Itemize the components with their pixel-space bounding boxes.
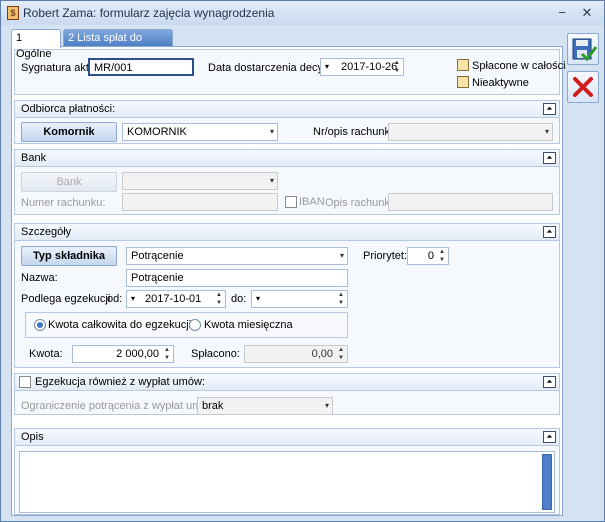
do-date-input[interactable]: ▾ ▲ ▼ — [251, 290, 348, 308]
typ-skladnika-button[interactable]: Typ składnika — [21, 246, 117, 266]
splacono-spinner-icon[interactable]: ▲ ▼ — [336, 346, 346, 362]
numer-rachunku-label: Numer rachunku: — [21, 197, 106, 209]
bank-header: Bank ⏶ — [15, 150, 559, 167]
od-label: od: — [107, 293, 123, 305]
od-date-input[interactable]: ▾ 2017-10-01 ▲ ▼ — [126, 290, 226, 308]
kwota-label: Kwota: — [29, 348, 63, 360]
podlega-label: Podlega egzekucji — [21, 293, 111, 305]
nr-rachunku-select[interactable]: ▾ — [388, 123, 553, 141]
kwota-spinner-icon[interactable]: ▲ ▼ — [162, 346, 172, 362]
chevron-down-icon: ▾ — [339, 251, 344, 260]
tab-ogolne[interactable]: 1 Ogólne — [11, 29, 61, 60]
collapse-icon[interactable]: ⏶ — [543, 431, 556, 443]
szczegoly-title: Szczegóły — [21, 226, 72, 238]
collapse-icon[interactable]: ⏶ — [543, 152, 556, 164]
title-bar: $ Robert Zama: formularz zajęcia wynagro… — [1, 1, 604, 25]
close-button[interactable]: ✕ — [576, 4, 598, 22]
collapse-icon[interactable]: ⏶ — [543, 103, 556, 115]
top-section: Sygnatura akt: MR/001 Data dostarczenia … — [14, 49, 566, 95]
nr-rachunku-label: Nr/opis rachunku: — [313, 126, 400, 138]
egzekucja-section: Egzekucja również z wypłat umów: ⏶ Ogran… — [14, 373, 560, 415]
red-x-icon — [573, 77, 593, 97]
chevron-down-icon: ▾ — [324, 401, 329, 410]
iban-checkbox[interactable] — [285, 196, 297, 208]
minimize-button[interactable]: − — [551, 4, 573, 22]
sygnatura-label: Sygnatura akt: — [21, 62, 92, 74]
app-icon: $ — [7, 6, 19, 20]
ograniczenie-select[interactable]: brak ▾ — [197, 397, 333, 415]
opis-title: Opis — [21, 431, 44, 443]
bank-select[interactable]: ▾ — [122, 172, 278, 190]
cancel-button[interactable] — [567, 71, 599, 103]
splacono-label: Spłacono: — [191, 348, 240, 360]
splacono-input[interactable]: 0,00 ▲ ▼ — [244, 345, 348, 363]
radio-kwota-miesieczna-label: Kwota miesięczna — [204, 319, 293, 331]
kwota-type-group: Kwota całkowita do egzekucji Kwota miesi… — [25, 312, 348, 338]
splacone-checkbox[interactable] — [457, 59, 469, 71]
iban-label: IBAN — [299, 196, 325, 208]
radio-kwota-calkowita[interactable] — [34, 319, 46, 331]
do-label: do: — [231, 293, 247, 305]
radio-kwota-miesieczna[interactable] — [189, 319, 201, 331]
szczegoly-header: Szczegóły ⏶ — [15, 224, 559, 241]
date-spinner-icon[interactable]: ▲ ▼ — [392, 59, 402, 75]
opis-rachunku-input[interactable] — [388, 193, 553, 211]
odbiorca-section: Odbiorca płatności: ⏶ Komornik KOMORNIK ▾ … — [14, 100, 560, 144]
window-title: Robert Zama: formularz zajęcia wynagrodz… — [23, 6, 275, 20]
data-dostarczenia-label: Data dostarczenia decyzji: — [208, 62, 337, 74]
date-dropdown-icon: ▾ — [131, 294, 136, 303]
egzekucja-header: Egzekucja również z wypłat umów: ⏶ — [15, 374, 559, 391]
opis-header: Opis ⏶ — [15, 429, 559, 446]
radio-kwota-calkowita-label: Kwota całkowita do egzekucji — [48, 319, 192, 331]
nazwa-input[interactable]: Potrącenie — [126, 269, 348, 287]
do-spinner-icon[interactable]: ▲ ▼ — [336, 291, 346, 307]
opis-section: Opis ⏶ — [14, 428, 560, 515]
nieaktywne-label: Nieaktywne — [472, 77, 529, 89]
save-button[interactable] — [567, 33, 599, 65]
egzekucja-title: Egzekucja również z wypłat umów: — [35, 376, 205, 388]
vertical-scrollbar[interactable] — [542, 454, 552, 510]
nieaktywne-checkbox[interactable] — [457, 76, 469, 88]
odbiorca-title: Odbiorca płatności: — [21, 103, 116, 115]
date-dropdown-icon: ▾ — [325, 62, 330, 71]
chevron-down-icon: ▾ — [544, 127, 549, 136]
bank-section: Bank ⏶ Bank ▾ Numer rachunku: IBAN Opis r… — [14, 149, 560, 215]
odbiorca-header: Odbiorca płatności: ⏶ — [15, 101, 559, 118]
nazwa-label: Nazwa: — [21, 272, 58, 284]
splacone-label: Spłacone w całości — [472, 60, 566, 72]
save-disk-icon — [572, 38, 598, 62]
form-window: $ Robert Zama: formularz zajęcia wynagro… — [0, 0, 605, 522]
kwota-input[interactable]: 2 000,00 ▲ ▼ — [72, 345, 174, 363]
ograniczenie-label: Ograniczenie potrącenia z wypłat umów: — [21, 400, 219, 412]
tab-lista-splat[interactable]: 2 Lista spłat do zajęcia — [63, 29, 173, 60]
egzekucja-checkbox[interactable] — [19, 376, 31, 388]
od-spinner-icon[interactable]: ▲ ▼ — [214, 291, 224, 307]
bank-title: Bank — [21, 152, 47, 164]
sygnatura-input[interactable]: MR/001 — [88, 58, 194, 76]
data-dostarczenia-input[interactable]: ▾ 2017-10-26 ▲ ▼ — [320, 58, 404, 76]
odbiorca-select[interactable]: KOMORNIK ▾ — [122, 123, 278, 141]
chevron-down-icon: ▾ — [269, 176, 274, 185]
priorytet-input[interactable]: 0 ▲ ▼ — [407, 247, 449, 265]
tab-content: Sygnatura akt: MR/001 Data dostarczenia … — [11, 46, 566, 516]
priorytet-spinner-icon[interactable]: ▲ ▼ — [437, 248, 447, 264]
numer-rachunku-input[interactable] — [122, 193, 278, 211]
komornik-button[interactable]: Komornik — [21, 122, 117, 142]
priorytet-label: Priorytet: — [363, 250, 408, 262]
collapse-icon[interactable]: ⏶ — [543, 226, 556, 238]
szczegoly-section: Szczegóły ⏶ Typ składnika Potrącenie ▾ Pri… — [14, 223, 560, 368]
date-dropdown-icon: ▾ — [256, 294, 261, 303]
collapse-icon[interactable]: ⏶ — [543, 376, 556, 388]
opis-textarea[interactable] — [19, 451, 555, 513]
bank-button[interactable]: Bank — [21, 172, 117, 192]
typ-skladnika-select[interactable]: Potrącenie ▾ — [126, 247, 348, 265]
chevron-down-icon: ▾ — [269, 127, 274, 136]
